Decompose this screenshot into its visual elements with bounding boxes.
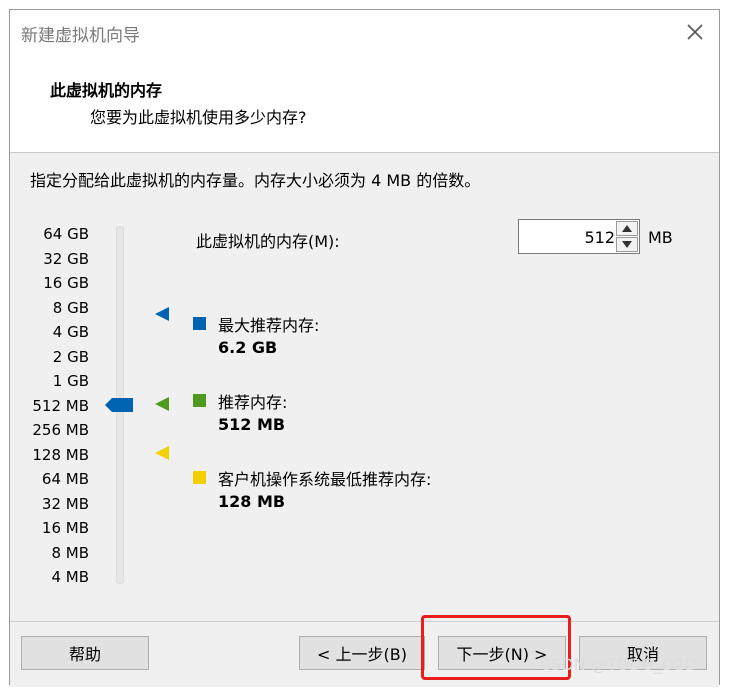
slider-tick-label: 2 GB [52,347,89,366]
memory-spinbox[interactable] [518,219,640,254]
recommended-value: 512 MB [218,415,286,434]
slider-tick-label: 512 MB [32,396,89,415]
slider-tick-label: 4 MB [51,568,89,586]
spin-down-button[interactable] [616,237,638,252]
wizard-header: 此虚拟机的内存 您要为此虚拟机使用多少内存? [10,56,719,153]
max-recommended-marker-icon [155,306,169,321]
slider-tick-label: 64 MB [41,470,89,488]
min-recommended-value: 128 MB [218,492,286,511]
page-subtitle: 您要为此虚拟机使用多少内存? [90,108,307,127]
slider-tick-label: 32 MB [41,494,89,513]
slider-tick-label: 1 GB [52,372,89,390]
min-recommended-marker-icon [155,445,169,460]
slider-tick-label: 64 GB [43,225,89,243]
back-button[interactable]: < 上一步(B) [299,636,425,670]
min-recommended-label: 客户机操作系统最低推荐内存: [218,470,432,489]
memory-label: 此虚拟机的内存(M): [196,232,340,251]
max-recommended-label: 最大推荐内存: [218,316,320,335]
slider-tick-label: 16 GB [43,274,89,292]
slider-tick-label: 8 MB [51,543,89,562]
recommended-swatch [193,394,206,407]
slider-tick-label: 4 GB [52,323,89,341]
slider-tick-label: 128 MB [32,445,89,464]
instruction-text: 指定分配给此虚拟机的内存量。内存大小必须为 4 MB 的倍数。 [30,171,481,190]
slider-tick-label: 32 GB [43,249,89,268]
max-recommended-value: 6.2 GB [218,338,278,357]
recommended-label: 推荐内存: [218,393,288,412]
new-vm-wizard-dialog: 新建虚拟机向导 此虚拟机的内存 您要为此虚拟机使用多少内存? 指定分配给此虚拟机… [9,9,720,687]
slider-tick-label: 16 MB [41,519,89,537]
memory-slider-thumb[interactable] [105,397,133,412]
max-recommended-swatch [193,317,206,330]
close-icon[interactable] [683,20,707,44]
title-bar: 新建虚拟机向导 [10,10,719,56]
page-title: 此虚拟机的内存 [50,81,163,100]
slider-tick-label: 256 MB [32,421,89,439]
watermark: CSDN @TODO_D2D [540,655,697,674]
button-bar: 帮助 < 上一步(B) 下一步(N) > 取消 [10,621,719,687]
recommended-marker-icon [155,396,169,411]
window-title: 新建虚拟机向导 [21,26,140,46]
chevron-up-icon [622,225,632,232]
memory-unit: MB [648,228,673,247]
chevron-down-icon [622,241,632,248]
spin-up-button[interactable] [616,221,638,236]
help-button[interactable]: 帮助 [21,636,149,670]
memory-input[interactable] [521,222,617,252]
slider-tick-label: 8 GB [52,298,89,317]
min-recommended-swatch [193,471,206,484]
